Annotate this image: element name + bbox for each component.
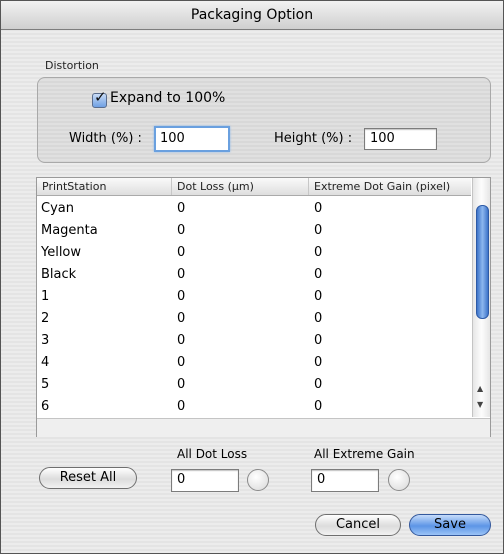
table-row[interactable]: 2 0 0 xyxy=(37,308,471,330)
height-field[interactable]: 100 xyxy=(364,128,437,150)
dot-loss-cell: 0 xyxy=(177,311,186,326)
printstation-cell: Magenta xyxy=(41,223,98,238)
table-row[interactable]: Black 0 0 xyxy=(37,264,471,286)
extreme-gain-cell: 0 xyxy=(314,377,323,392)
dot-loss-cell: 0 xyxy=(177,289,186,304)
all-dot-loss-field[interactable]: 0 xyxy=(171,469,239,492)
width-field[interactable]: 100 xyxy=(154,126,230,152)
scroll-down-arrow-icon[interactable]: ▼ xyxy=(477,400,483,409)
scroll-thumb[interactable] xyxy=(476,205,489,319)
dot-loss-cell: 0 xyxy=(177,355,186,370)
printstation-cell: Cyan xyxy=(41,201,74,216)
table-row[interactable]: 1 0 0 xyxy=(37,286,471,308)
checkmark-icon: ✓ xyxy=(94,88,107,106)
printstation-table: PrintStation Dot Loss (µm) Extreme Dot G… xyxy=(36,177,491,437)
expand-checkbox[interactable]: ✓ xyxy=(92,88,107,108)
expand-label[interactable]: Expand to 100% xyxy=(110,90,225,106)
extreme-gain-cell: 0 xyxy=(314,267,323,282)
extreme-gain-cell: 0 xyxy=(314,399,323,414)
height-label: Height (%) : xyxy=(274,131,353,146)
extreme-gain-cell: 0 xyxy=(314,355,323,370)
printstation-cell: 4 xyxy=(41,355,50,370)
table-row[interactable]: 6 0 0 xyxy=(37,396,471,418)
save-button[interactable]: Save xyxy=(409,514,491,536)
apply-dot-loss-button[interactable] xyxy=(247,469,269,491)
table-header: PrintStation Dot Loss (µm) Extreme Dot G… xyxy=(37,178,471,196)
dot-loss-cell: 0 xyxy=(177,245,186,260)
distortion-section-label: Distortion xyxy=(45,59,99,72)
extreme-gain-cell: 0 xyxy=(314,223,323,238)
column-header-printstation[interactable]: PrintStation xyxy=(37,178,172,195)
scroll-up-arrow-icon[interactable]: ▲ xyxy=(477,384,483,393)
table-row[interactable]: 3 0 0 xyxy=(37,330,471,352)
vertical-scrollbar[interactable]: ▲ ▼ xyxy=(472,178,490,417)
dot-loss-cell: 0 xyxy=(177,399,186,414)
extreme-gain-cell: 0 xyxy=(314,311,323,326)
table-row[interactable]: 5 0 0 xyxy=(37,374,471,396)
window-title: Packaging Option xyxy=(1,1,503,30)
extreme-gain-cell: 0 xyxy=(314,201,323,216)
table-row[interactable]: Yellow 0 0 xyxy=(37,242,471,264)
table-row[interactable]: Cyan 0 0 xyxy=(37,198,471,220)
packaging-option-dialog: Packaging Option Distortion ✓ Expand to … xyxy=(0,0,504,554)
printstation-cell: 2 xyxy=(41,311,50,326)
column-header-extreme-dot-gain[interactable]: Extreme Dot Gain (pixel) xyxy=(309,178,471,195)
extreme-gain-cell: 0 xyxy=(314,289,323,304)
printstation-cell: 1 xyxy=(41,289,50,304)
all-dot-loss-label: All Dot Loss xyxy=(177,447,248,461)
reset-all-button[interactable]: Reset All xyxy=(39,467,137,489)
apply-extreme-gain-button[interactable] xyxy=(388,469,410,491)
table-row[interactable]: 4 0 0 xyxy=(37,352,471,374)
printstation-cell: Yellow xyxy=(41,245,82,260)
dot-loss-cell: 0 xyxy=(177,333,186,348)
table-row[interactable]: Magenta 0 0 xyxy=(37,220,471,242)
printstation-cell: 5 xyxy=(41,377,50,392)
printstation-cell: Black xyxy=(41,267,77,282)
printstation-cell: 3 xyxy=(41,333,50,348)
dot-loss-cell: 0 xyxy=(177,201,186,216)
all-extreme-gain-label: All Extreme Gain xyxy=(314,447,415,461)
all-extreme-gain-field[interactable]: 0 xyxy=(311,469,379,492)
cancel-button[interactable]: Cancel xyxy=(315,514,401,536)
printstation-cell: 6 xyxy=(41,399,50,414)
width-label: Width (%) : xyxy=(69,131,142,146)
dot-loss-cell: 0 xyxy=(177,377,186,392)
dot-loss-cell: 0 xyxy=(177,267,186,282)
dot-loss-cell: 0 xyxy=(177,223,186,238)
column-header-dot-loss[interactable]: Dot Loss (µm) xyxy=(172,178,309,195)
horizontal-scrollbar[interactable] xyxy=(37,418,490,437)
extreme-gain-cell: 0 xyxy=(314,333,323,348)
extreme-gain-cell: 0 xyxy=(314,245,323,260)
